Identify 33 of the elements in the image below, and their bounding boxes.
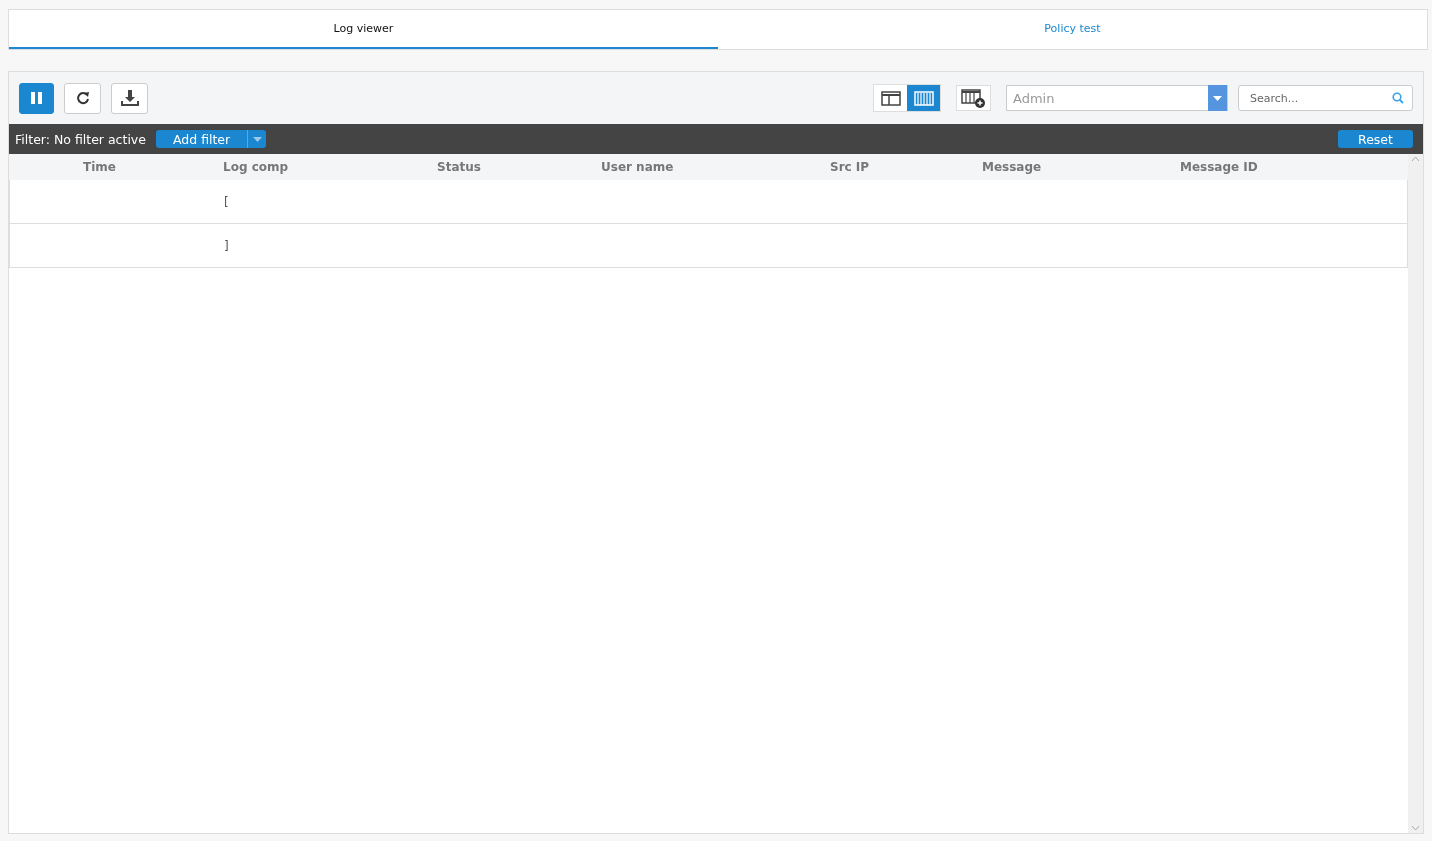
view-toggle[interactable] [907,85,940,111]
column-header[interactable]: Message [982,160,1180,174]
table-cell-text: [ [224,194,230,209]
add-column-button[interactable] [956,85,991,111]
download-button[interactable] [111,82,148,114]
table-row[interactable]: [ [9,180,1408,224]
column-header[interactable]: Time [9,160,223,174]
scroll-down-icon [1411,825,1420,831]
table-cell-text: ] [224,238,230,253]
download-icon [120,89,139,107]
caret-icon [1213,95,1222,101]
column-header[interactable]: Src IP [830,160,982,174]
filter-status: Filter: No filter active [15,131,146,147]
column-header[interactable]: Log comp [223,160,437,174]
log-select[interactable]: Admin [1006,85,1228,111]
refresh-button[interactable] [64,82,101,114]
column-header[interactable]: User name [601,160,830,174]
reset-button[interactable]: Reset [1338,130,1413,148]
search-icon [1392,92,1404,104]
column-header[interactable]: Status [437,160,601,174]
refresh-icon [75,91,90,105]
columns-icon [913,90,934,106]
pause-icon [30,92,43,104]
table-row[interactable]: ] [9,224,1408,268]
scroll-up-icon [1411,156,1420,162]
caret-icon [252,136,262,142]
add-column-icon [961,88,986,108]
pause-button[interactable] [19,82,54,114]
view-toggle[interactable] [874,85,907,111]
search-field[interactable]: Search... [1238,85,1413,111]
column-header[interactable]: Message ID [1180,160,1408,174]
layout-icon [880,90,901,106]
scrollbar[interactable] [1408,154,1423,833]
